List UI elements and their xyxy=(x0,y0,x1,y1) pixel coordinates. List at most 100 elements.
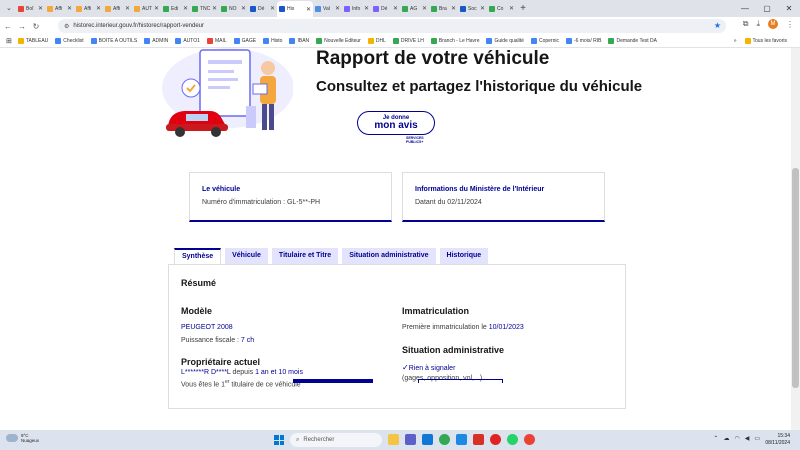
tab-close-icon[interactable]: ✕ xyxy=(364,5,369,12)
volume-icon[interactable]: ◀ xyxy=(745,435,750,442)
tab-close-icon[interactable]: ✕ xyxy=(38,5,43,12)
tab-close-icon[interactable]: ✕ xyxy=(67,5,72,12)
bookmark-item[interactable]: GAGE xyxy=(233,38,256,44)
browser-tab[interactable]: Édi ✕ xyxy=(161,1,190,16)
menu-icon[interactable]: ⋮ xyxy=(786,20,794,29)
bookmark-item[interactable]: Branch - Le Havre xyxy=(430,38,479,44)
tab-historique[interactable]: Historique xyxy=(439,248,489,264)
browser-tab[interactable]: Boî ✕ xyxy=(16,1,45,16)
primary-action-button[interactable] xyxy=(293,379,373,383)
tab-close-icon[interactable]: ✕ xyxy=(451,5,456,12)
downloads-icon[interactable]: ⤓ xyxy=(756,19,760,29)
new-tab-button[interactable]: + xyxy=(516,3,530,14)
browser-tab[interactable]: Dé ✕ xyxy=(371,1,400,16)
apps-grid-icon[interactable]: ⊞ xyxy=(6,37,12,45)
browser-tab[interactable]: NO ✕ xyxy=(219,1,248,16)
onedrive-icon[interactable]: ☁ xyxy=(723,435,729,442)
bookmark-item[interactable]: ADMIN xyxy=(144,38,168,44)
bookmark-item[interactable]: Guide qualité xyxy=(486,38,524,44)
acrobat-icon[interactable] xyxy=(473,434,484,445)
bookmark-item[interactable]: -6 mois/ RIB xyxy=(565,38,601,44)
browser-tab[interactable]: Affi ✕ xyxy=(74,1,103,16)
tab-close-icon[interactable]: ✕ xyxy=(480,5,485,12)
windows-start-icon[interactable] xyxy=(274,435,284,445)
browser-tab[interactable]: Co ✕ xyxy=(487,1,516,16)
opera-icon[interactable] xyxy=(490,434,501,445)
whatsapp-icon[interactable] xyxy=(507,434,518,445)
tab-situation[interactable]: Situation administrative xyxy=(342,248,436,264)
extensions-icon[interactable]: ⧉ xyxy=(743,19,749,29)
tab-close-icon[interactable]: ✕ xyxy=(183,5,188,12)
tab-close-icon[interactable]: ✕ xyxy=(241,5,246,12)
chevron-up-icon[interactable]: ⌃ xyxy=(713,435,718,442)
bookmark-item[interactable]: AUTO1 xyxy=(175,38,200,44)
bookmark-item[interactable]: TABLEAU xyxy=(17,38,48,44)
bookmark-item[interactable]: BOITE A OUTILS xyxy=(90,38,137,44)
profile-avatar[interactable]: M xyxy=(768,19,778,29)
browser-tab[interactable]: Affi ✕ xyxy=(103,1,132,16)
browser-tab[interactable]: Dé ✕ xyxy=(248,1,277,16)
browser-tab[interactable]: TNC ✕ xyxy=(190,1,219,16)
tab-close-icon[interactable]: ✕ xyxy=(96,5,101,12)
file-explorer-icon[interactable] xyxy=(388,434,399,445)
tab-close-icon[interactable]: ✕ xyxy=(422,5,427,12)
browser-tab[interactable]: Soc ✕ xyxy=(458,1,487,16)
tab-close-icon[interactable]: ✕ xyxy=(393,5,398,12)
browser-tab[interactable]: His ✕ xyxy=(277,1,313,17)
minimize-icon[interactable]: — xyxy=(734,4,756,13)
bookmark-item[interactable]: Checklist xyxy=(55,38,84,44)
chrome-alt-icon[interactable] xyxy=(524,434,535,445)
back-icon[interactable]: ← xyxy=(2,22,14,31)
browser-tab[interactable]: Bra ✕ xyxy=(429,1,458,16)
model-title: Modèle xyxy=(181,306,213,316)
bookmark-item[interactable]: DRIVE LH xyxy=(392,38,424,44)
tab-close-icon[interactable]: ✕ xyxy=(306,6,311,13)
tab-close-icon[interactable]: ✕ xyxy=(125,5,130,12)
forward-icon[interactable]: → xyxy=(16,22,28,31)
tab-close-icon[interactable]: ✕ xyxy=(154,5,159,12)
browser-tab[interactable]: Affi ✕ xyxy=(45,1,74,16)
tab-close-icon[interactable]: ✕ xyxy=(212,5,217,12)
bookmark-item[interactable]: DHL xyxy=(367,38,386,44)
tab-close-icon[interactable]: ✕ xyxy=(335,5,340,12)
system-clock[interactable]: 15:34 08/11/2024 xyxy=(765,433,790,446)
scrollbar-thumb[interactable] xyxy=(792,168,799,388)
close-icon[interactable]: ✕ xyxy=(778,4,800,13)
browser-tab[interactable]: Info ✕ xyxy=(342,1,371,16)
maximize-icon[interactable]: ▢ xyxy=(756,4,778,13)
tab-favicon-icon xyxy=(221,5,227,12)
bookmark-item[interactable]: IBAN xyxy=(289,38,309,44)
chrome-icon[interactable] xyxy=(439,434,450,445)
reload-icon[interactable]: ↻ xyxy=(30,22,42,31)
bookmark-star-icon[interactable]: ★ xyxy=(714,21,721,30)
teams-icon[interactable] xyxy=(405,434,416,445)
bookmark-item[interactable]: Histo xyxy=(263,38,282,44)
browser-tab[interactable]: Val ✕ xyxy=(313,1,342,16)
secondary-action-button[interactable] xyxy=(418,379,503,383)
holder-line: Vous êtes le 1er titulaire de ce véhicul… xyxy=(181,379,301,389)
bookmark-item[interactable]: Copernic xyxy=(530,38,559,44)
battery-icon[interactable]: ▭ xyxy=(754,435,760,442)
vehicle-card: Le véhicule Numéro d'immatriculation : G… xyxy=(189,172,392,222)
scrollbar-track[interactable] xyxy=(791,48,800,430)
feedback-button[interactable]: Je donne mon avis xyxy=(357,111,435,135)
site-info-icon[interactable]: ⚙ xyxy=(64,23,69,30)
bookmark-item[interactable]: Demande Test DA xyxy=(608,38,657,44)
bookmark-item[interactable]: Nouvelle Editeur xyxy=(316,38,361,44)
wifi-icon[interactable]: ◠ xyxy=(734,435,739,442)
outlook-icon[interactable] xyxy=(456,434,467,445)
taskbar-search[interactable]: ⌕ Rechercher xyxy=(290,433,382,447)
tab-titulaire[interactable]: Titulaire et Titre xyxy=(271,248,339,264)
more-bookmarks-icon[interactable]: » xyxy=(734,38,737,44)
address-bar[interactable]: ⚙ historec.interieur.gouv.fr/historec/ra… xyxy=(58,19,726,33)
bookmark-item[interactable]: MAIL xyxy=(206,38,227,44)
tab-synthese[interactable]: Synthèse xyxy=(174,248,222,265)
edge-icon[interactable] xyxy=(422,434,433,445)
tab-close-icon[interactable]: ✕ xyxy=(270,5,275,12)
browser-tab[interactable]: AUT ✕ xyxy=(132,1,161,16)
all-bookmarks-folder[interactable]: Tous les favoris xyxy=(744,38,787,44)
browser-tab[interactable]: AG ✕ xyxy=(400,1,429,16)
tab-vehicule[interactable]: Véhicule xyxy=(225,248,268,264)
tab-close-icon[interactable]: ✕ xyxy=(509,5,514,12)
weather-widget[interactable]: 9°C Nuageux xyxy=(6,433,39,444)
